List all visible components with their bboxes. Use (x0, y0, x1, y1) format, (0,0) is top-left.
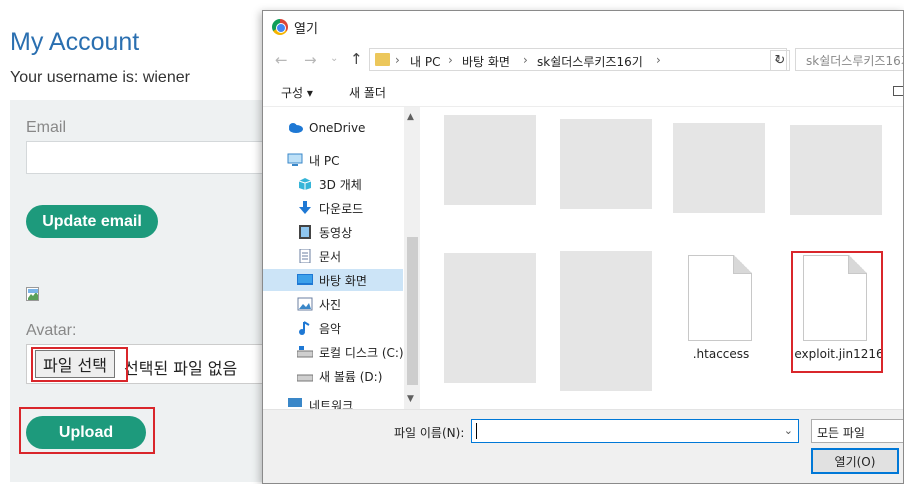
nav-item-3d-objects[interactable]: 3D 개체 (297, 173, 403, 195)
breadcrumb-separator-icon: › (656, 53, 661, 67)
file-thumbnail[interactable] (444, 253, 536, 383)
nav-item-label: 내 PC (309, 153, 340, 168)
picture-icon (297, 297, 313, 311)
file-thumbnail[interactable] (790, 125, 882, 215)
file-type-filter[interactable]: 모든 파일 (811, 419, 903, 443)
chrome-icon (272, 19, 288, 35)
search-input[interactable]: sk쉴더스루키즈16기 검색 (795, 48, 903, 71)
broken-image-icon (26, 287, 39, 301)
no-file-selected-text: 선택된 파일 없음 (124, 359, 238, 378)
nav-item-desktop[interactable]: 바탕 화면 (263, 269, 403, 291)
highlight-box (791, 251, 883, 373)
up-arrow-icon[interactable]: ↑ (350, 50, 363, 68)
nav-item-onedrive[interactable]: OneDrive (287, 117, 420, 139)
page-title: My Account (10, 28, 140, 56)
navigation-bar: ← → ⌄ ↑ › 내 PC › 바탕 화면 › sk쉴더스루키즈16기 › ⌄… (263, 43, 903, 77)
navigation-pane: OneDrive 내 PC 3D 개체 다운로드 동영상 문서 바탕 화면 사진… (263, 107, 420, 409)
back-arrow-icon[interactable]: ← (275, 51, 288, 69)
scroll-up-arrow-icon[interactable]: ▲ (407, 112, 414, 122)
nav-item-label: 3D 개체 (319, 177, 362, 192)
drive-icon (297, 374, 313, 382)
nav-item-label: 동영상 (319, 225, 353, 240)
breadcrumb-separator-icon: › (523, 53, 528, 67)
breadcrumb-item[interactable]: sk쉴더스루키즈16기 (537, 53, 643, 70)
organize-button[interactable]: 구성 ▾ (281, 84, 313, 101)
cube-icon (298, 178, 312, 190)
nav-item-label: 문서 (319, 249, 342, 264)
new-folder-button[interactable]: 새 폴더 (349, 84, 386, 101)
nav-item-label: 바탕 화면 (319, 273, 367, 288)
breadcrumb-separator-icon: › (448, 53, 453, 67)
file-list: .htaccess exploit.jin1216 (420, 107, 903, 409)
filename-dropdown-icon[interactable]: ⌄ (784, 424, 793, 437)
highlight-box (19, 407, 155, 454)
filename-input[interactable]: ⌄ (471, 419, 799, 443)
nav-item-pictures[interactable]: 사진 (297, 293, 403, 315)
network-icon (288, 398, 302, 407)
highlight-box (31, 347, 128, 382)
music-icon (299, 321, 310, 335)
nav-item-this-pc[interactable]: 내 PC (287, 149, 420, 171)
refresh-icon[interactable]: ↻ (770, 50, 790, 71)
folder-icon (375, 53, 390, 66)
drive-icon (297, 346, 313, 358)
nav-item-local-disk-c[interactable]: 로컬 디스크 (C:) (297, 341, 404, 363)
breadcrumb-item[interactable]: 내 PC (410, 53, 440, 70)
cloud-icon (289, 123, 303, 133)
nav-item-label: 새 볼륨 (D:) (319, 369, 383, 384)
command-bar: 구성 ▾ 새 폴더 (263, 77, 903, 107)
username-text: Your username is: wiener (10, 69, 190, 86)
scrollbar-thumb[interactable] (407, 237, 418, 385)
breadcrumb-separator-icon: › (395, 53, 400, 67)
nav-item-downloads[interactable]: 다운로드 (297, 197, 403, 219)
nav-item-videos[interactable]: 동영상 (297, 221, 403, 243)
nav-item-label: 네트워크 (309, 399, 354, 409)
file-document-icon (688, 255, 752, 341)
dialog-title: 열기 (294, 22, 318, 37)
computer-icon (287, 153, 303, 166)
file-thumbnail[interactable] (560, 119, 652, 209)
open-file-dialog: 열기 ← → ⌄ ↑ › 내 PC › 바탕 화면 › sk쉴더스루키즈16기 … (262, 10, 904, 484)
file-thumbnail[interactable] (673, 123, 765, 213)
document-icon (299, 249, 311, 263)
scroll-down-arrow-icon[interactable]: ▼ (407, 394, 414, 404)
address-bar[interactable]: › 내 PC › 바탕 화면 › sk쉴더스루키즈16기 › ⌄ (369, 48, 787, 71)
nav-item-documents[interactable]: 문서 (297, 245, 403, 267)
forward-arrow-icon[interactable]: → (304, 51, 317, 69)
file-thumbnail[interactable] (444, 115, 536, 205)
desktop-icon (297, 274, 313, 285)
email-input[interactable] (26, 141, 266, 174)
dialog-titlebar: 열기 (263, 11, 903, 43)
nav-item-label: 음악 (319, 321, 342, 336)
nav-item-label: OneDrive (309, 121, 366, 135)
avatar-label: Avatar: (26, 322, 77, 339)
email-label: Email (26, 119, 67, 136)
nav-item-music[interactable]: 음악 (297, 317, 403, 339)
dialog-footer: 파일 이름(N): ⌄ 모든 파일 열기(O) (263, 409, 903, 483)
nav-item-label: 로컬 디스크 (C:) (319, 345, 404, 360)
file-thumbnail[interactable] (560, 251, 652, 391)
nav-item-network[interactable]: 네트워크 (287, 397, 420, 409)
text-caret (476, 423, 477, 439)
update-email-button[interactable]: Update email (26, 205, 158, 238)
recent-locations-chevron-icon[interactable]: ⌄ (330, 53, 338, 64)
download-icon (299, 201, 311, 214)
view-options-icon[interactable] (893, 86, 903, 96)
video-icon (299, 225, 311, 239)
nav-item-label: 다운로드 (319, 201, 364, 216)
file-name: .htaccess (692, 347, 750, 361)
filename-label: 파일 이름(N): (394, 426, 465, 440)
open-button[interactable]: 열기(O) (811, 448, 899, 474)
nav-item-label: 사진 (319, 297, 342, 312)
breadcrumb-item[interactable]: 바탕 화면 (462, 53, 510, 70)
nav-item-new-volume-d[interactable]: 새 볼륨 (D:) (297, 365, 403, 387)
